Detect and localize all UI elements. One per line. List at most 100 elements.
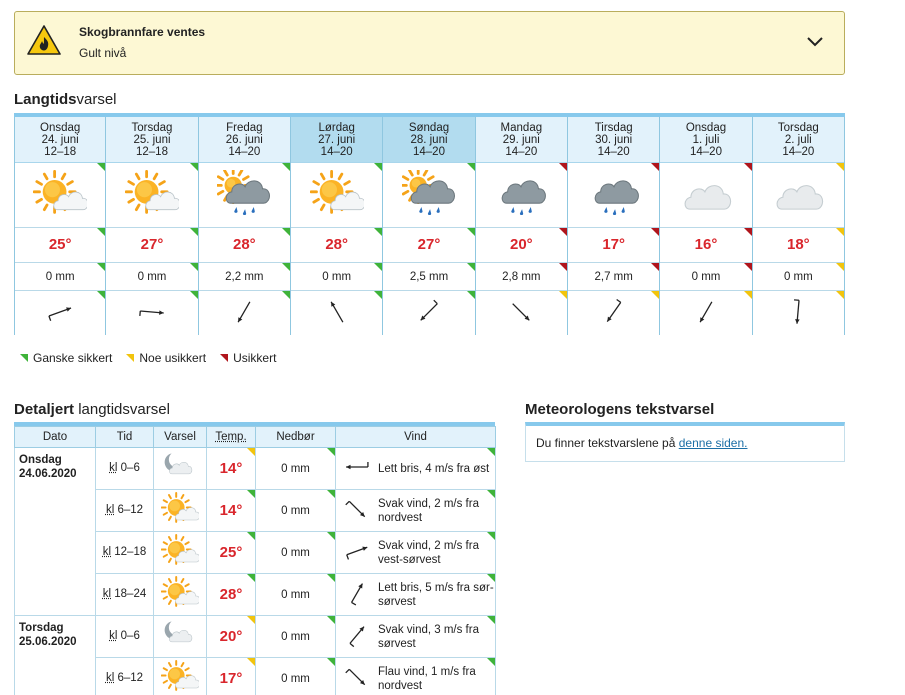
weather-cell	[291, 163, 382, 228]
table-row: kl 18–24 28° 0 mm Lett bris, 5 m/s fra s…	[15, 574, 496, 616]
certainty-triangle-icon	[247, 658, 255, 666]
forecast-day-column[interactable]: Onsdag 1. juli 14–20 16° 0 mm	[660, 117, 752, 335]
certainty-triangle-icon	[374, 291, 382, 299]
wind-arrow-icon	[344, 496, 370, 526]
time-range: 12–18	[111, 546, 146, 558]
day-period: 14–20	[383, 146, 474, 158]
weather-cell	[568, 163, 659, 228]
forecast-day-column[interactable]: Tirsdag 30. juni 14–20 17° 2,7 mm	[568, 117, 660, 335]
row-weekday: Onsdag	[19, 453, 91, 467]
day-date: 28. juni	[383, 134, 474, 146]
date-cell	[15, 574, 96, 616]
wind-arrow-icon	[692, 298, 720, 329]
precipitation-cell: 0 mm	[106, 263, 197, 291]
meteorologist-link[interactable]: denne siden.	[679, 436, 748, 450]
day-date: 24. juni	[15, 134, 105, 146]
certainty-triangle-icon	[487, 490, 495, 498]
forecast-day-header: Lørdag 27. juni 14–20	[291, 117, 382, 163]
wind-description: Svak vind, 2 m/s fra vest-sørvest	[378, 539, 495, 567]
forecast-day-column[interactable]: Torsdag 2. juli 14–20 18° 0 mm	[753, 117, 845, 335]
time-range: 18–24	[111, 588, 146, 600]
certainty-triangle-icon	[744, 291, 752, 299]
wind-description: Flau vind, 1 m/s fra nordvest	[378, 665, 495, 693]
day-date: 26. juni	[199, 134, 290, 146]
wind-arrow-icon	[230, 298, 258, 329]
temperature-value: 18°	[787, 236, 810, 253]
time-range: 0–6	[117, 462, 139, 474]
rain-weather-icon	[587, 170, 641, 221]
wind-arrow-icon	[507, 298, 535, 329]
forecast-day-header: Tirsdag 30. juni 14–20	[568, 117, 659, 163]
precipitation-value: 0 mm	[281, 631, 310, 643]
certainty-triangle-icon	[467, 228, 475, 236]
column-header: Nedbør	[256, 427, 336, 448]
wind-description: Svak vind, 3 m/s fra sørvest	[378, 623, 495, 651]
precipitation-cell: 2,5 mm	[383, 263, 474, 291]
table-row: Onsdag 24.06.2020 kl 0–6 14° 0 mm Lett b…	[15, 448, 496, 490]
certainty-triangle-icon	[247, 532, 255, 540]
wind-arrow-icon	[784, 298, 812, 329]
wind-cell: Svak vind, 2 m/s fra nordvest	[336, 490, 496, 532]
forecast-day-column[interactable]: Søndag 28. juni 14–20 27° 2,5 mm	[383, 117, 475, 335]
wind-description: Lett bris, 4 m/s fra øst	[378, 462, 489, 476]
precipitation-value: 0 mm	[281, 589, 310, 601]
time-cell: kl 0–6	[96, 616, 154, 658]
certainty-triangle-icon	[559, 263, 567, 271]
precipitation-cell: 0 mm	[256, 448, 336, 490]
wind-cell	[660, 291, 751, 335]
temperature-cell: 16°	[660, 228, 751, 263]
precipitation-cell: 0 mm	[256, 490, 336, 532]
forecast-day-column[interactable]: Torsdag 25. juni 12–18 27° 0 mm	[106, 117, 198, 335]
forecast-day-column[interactable]: Mandag 29. juni 14–20 20° 2,8 mm	[476, 117, 568, 335]
temperature-cell: 18°	[753, 228, 844, 263]
certainty-triangle-icon	[190, 228, 198, 236]
certainty-triangle-icon	[744, 228, 752, 236]
certainty-triangle-icon	[374, 263, 382, 271]
row-date: 25.06.2020	[19, 635, 91, 649]
time-cell: kl 0–6	[96, 448, 154, 490]
forecast-day-header: Mandag 29. juni 14–20	[476, 117, 567, 163]
night-weather-icon	[161, 643, 199, 655]
forecast-day-header: Fredag 26. juni 14–20	[199, 117, 290, 163]
certainty-triangle-icon	[836, 291, 844, 299]
temperature-value: 17°	[602, 236, 625, 253]
certainty-triangle-icon	[247, 574, 255, 582]
wind-cell	[199, 291, 290, 335]
certainty-triangle-icon	[247, 490, 255, 498]
wind-cell	[106, 291, 197, 335]
green-triangle-icon	[20, 354, 28, 362]
wildfire-alert[interactable]: Skogbrannfare ventes Gult nivå	[14, 11, 845, 75]
forecast-day-column[interactable]: Fredag 26. juni 14–20 28° 2,2 mm	[199, 117, 291, 335]
alert-level: Gult nivå	[79, 46, 126, 60]
day-period: 14–20	[291, 146, 382, 158]
wind-arrow-icon	[344, 538, 370, 568]
date-cell: Torsdag 25.06.2020	[15, 616, 96, 658]
day-weekday: Onsdag	[15, 122, 105, 134]
date-cell	[15, 532, 96, 574]
fire-warning-icon	[27, 25, 61, 55]
day-date: 1. juli	[660, 134, 751, 146]
certainty-triangle-icon	[487, 574, 495, 582]
wind-arrow-icon	[46, 298, 74, 329]
wind-arrow-icon	[323, 298, 351, 329]
chevron-down-icon[interactable]	[806, 34, 824, 48]
day-weekday: Søndag	[383, 122, 474, 134]
column-header: Dato	[15, 427, 96, 448]
forecast-day-column[interactable]: Onsdag 24. juni 12–18 25° 0 mm	[14, 117, 106, 335]
temperature-cell: 20°	[207, 616, 256, 658]
temperature-cell: 25°	[15, 228, 105, 263]
forecast-day-column[interactable]: Lørdag 27. juni 14–20 28° 0 mm	[291, 117, 383, 335]
row-date: 24.06.2020	[19, 467, 91, 481]
day-weekday: Torsdag	[753, 122, 844, 134]
temperature-value: 14°	[220, 460, 243, 477]
certainty-triangle-icon	[467, 263, 475, 271]
temperature-cell: 28°	[291, 228, 382, 263]
precipitation-value: 0 mm	[692, 271, 721, 283]
precipitation-value: 0 mm	[138, 271, 167, 283]
temperature-value: 28°	[220, 586, 243, 603]
partly-cloudy-weather-icon	[161, 559, 199, 571]
precipitation-value: 2,8 mm	[502, 271, 540, 283]
alert-title: Skogbrannfare ventes	[79, 25, 205, 39]
forecast-day-header: Søndag 28. juni 14–20	[383, 117, 474, 163]
weather-cell	[154, 574, 207, 616]
